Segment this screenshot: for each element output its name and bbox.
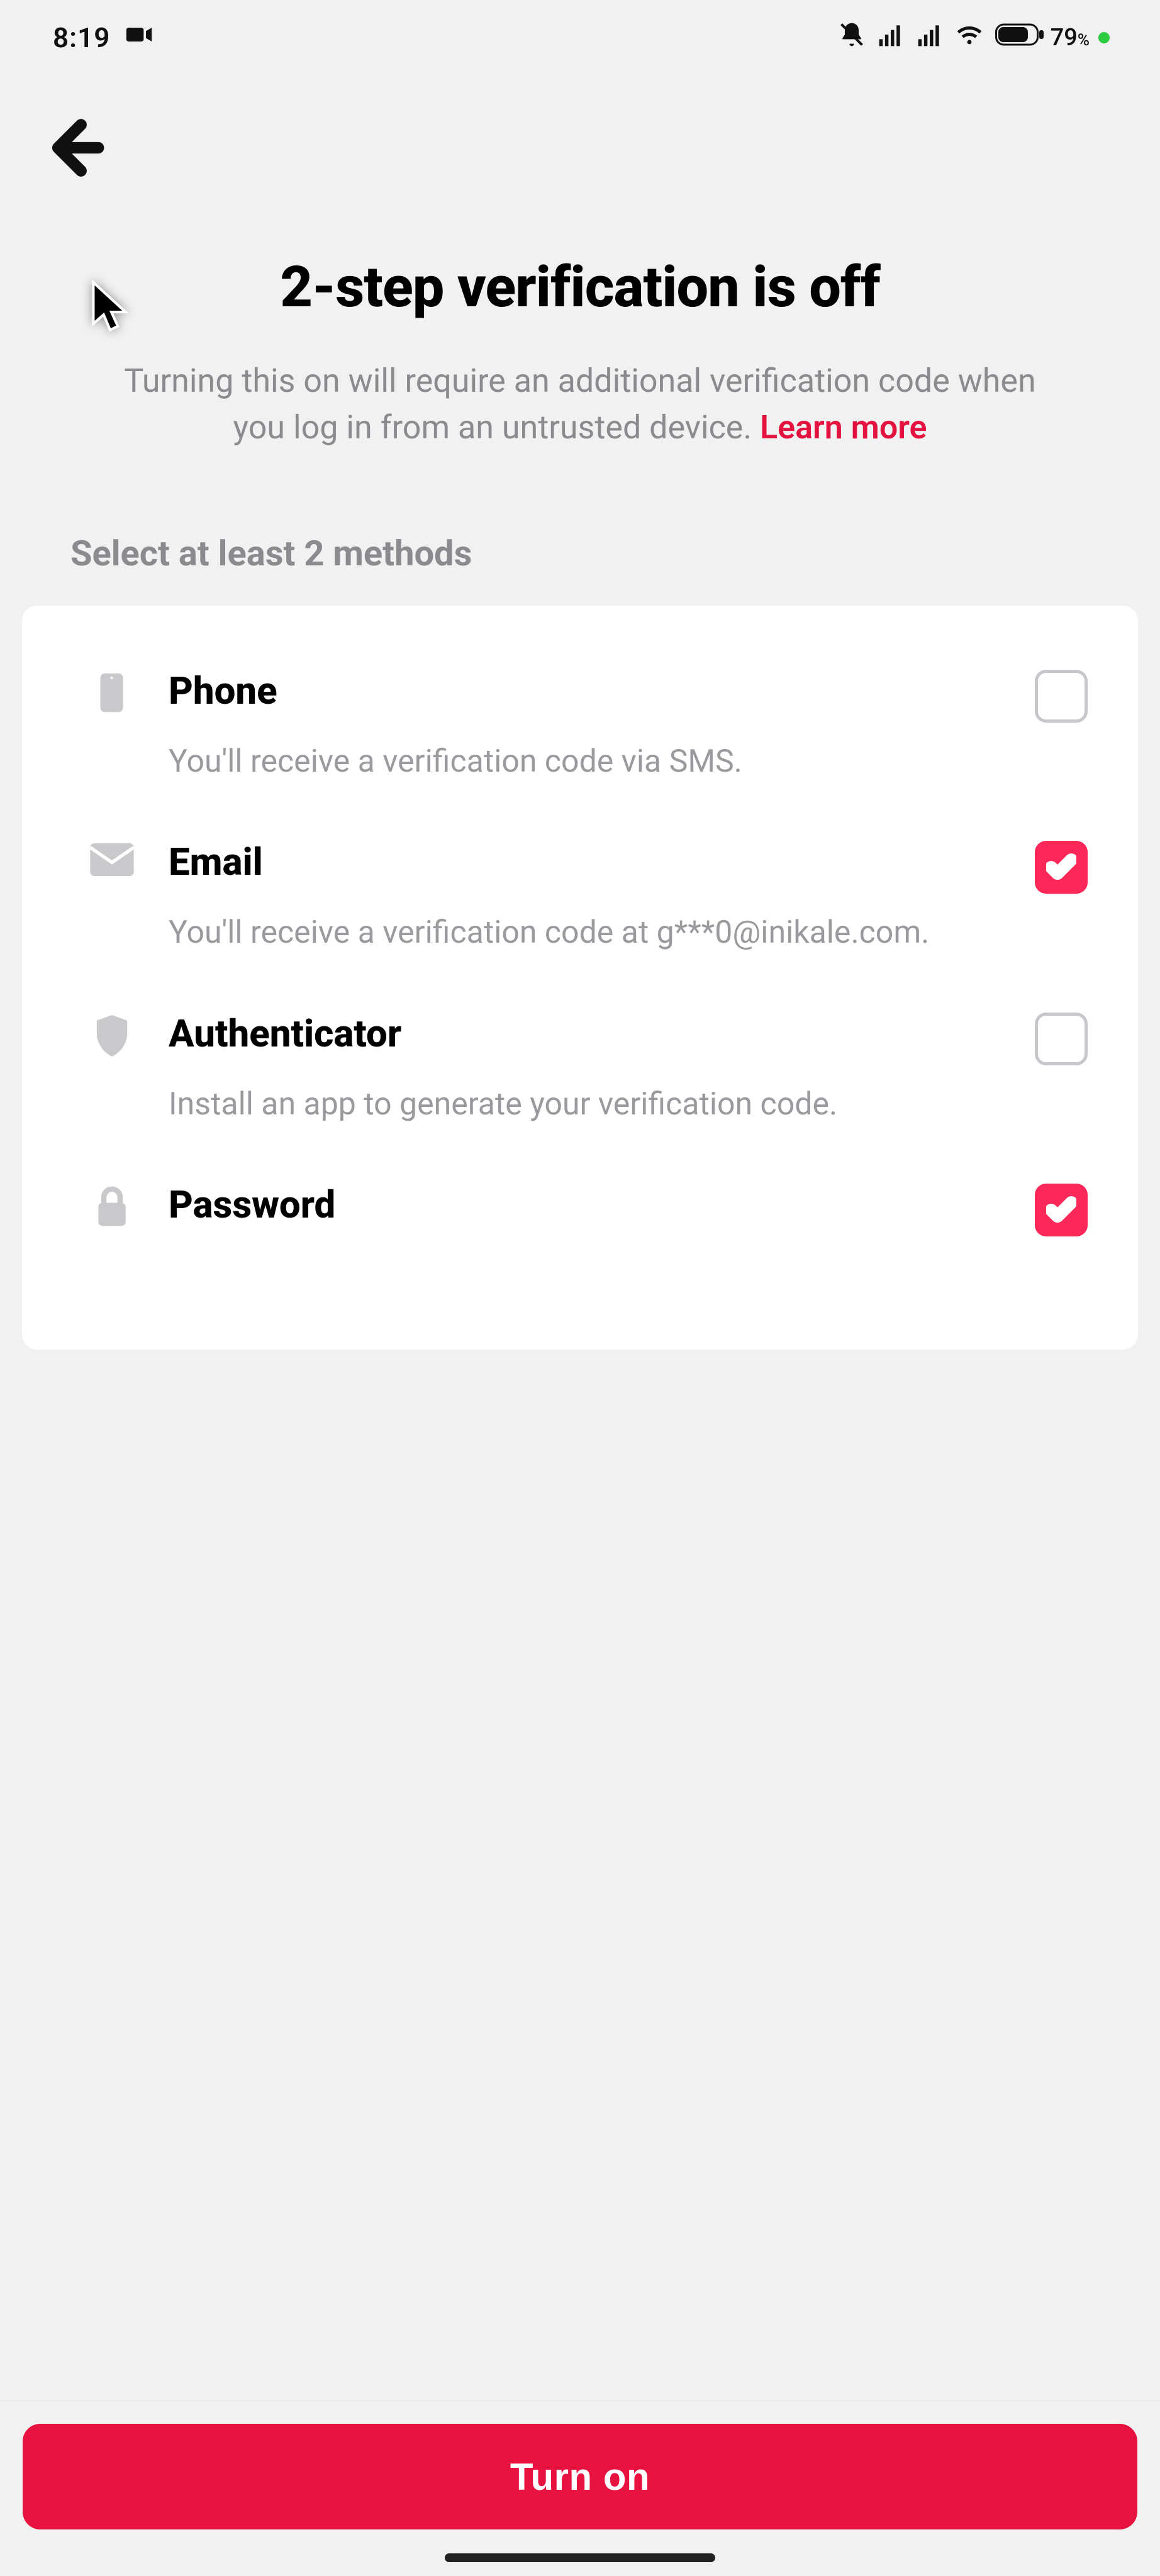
- turn-on-button[interactable]: Turn on: [23, 2424, 1137, 2529]
- lock-icon: [85, 1182, 138, 1228]
- status-left: 8:19: [53, 21, 153, 55]
- learn-more-link[interactable]: Learn more: [760, 408, 927, 447]
- page-header: 2-step verification is off Turning this …: [0, 185, 1160, 451]
- status-bar: 8:19 79%: [0, 0, 1160, 75]
- vibrate-silent-icon: [838, 21, 866, 55]
- bottom-bar: Turn on: [0, 2401, 1160, 2576]
- wifi-icon: [955, 20, 984, 56]
- video-camera-icon: [125, 21, 153, 55]
- status-time: 8:19: [53, 21, 110, 54]
- method-title: Authenticator: [169, 1011, 992, 1056]
- page-subtitle: Turning this on will require an addition…: [75, 358, 1085, 451]
- checkbox-authenticator[interactable]: [1035, 1013, 1088, 1065]
- method-desc: Install an app to generate your verifica…: [169, 1084, 992, 1126]
- home-indicator: [445, 2553, 715, 2562]
- checkbox-phone[interactable]: [1035, 670, 1088, 723]
- method-row-password[interactable]: Password: [85, 1126, 1088, 1236]
- method-title: Phone: [169, 669, 992, 713]
- method-desc: You'll receive a verification code via S…: [169, 741, 992, 784]
- method-row-phone[interactable]: Phone You'll receive a verification code…: [85, 612, 1088, 784]
- recording-dot-icon: [1098, 32, 1110, 43]
- battery-percent: 79%: [1051, 24, 1090, 52]
- battery-indicator: 79%: [995, 22, 1110, 54]
- phone-icon: [85, 669, 138, 713]
- status-right: 79%: [838, 20, 1110, 56]
- signal-bars-icon-2: [916, 21, 944, 55]
- method-title: Email: [169, 840, 992, 884]
- methods-card: Phone You'll receive a verification code…: [22, 606, 1138, 1350]
- mouse-cursor-icon: [88, 280, 132, 336]
- shield-icon: [85, 1011, 138, 1057]
- method-row-email[interactable]: Email You'll receive a verification code…: [85, 783, 1088, 955]
- battery-icon: [995, 22, 1046, 54]
- checkbox-password[interactable]: [1035, 1184, 1088, 1236]
- back-button[interactable]: [38, 173, 107, 185]
- method-row-authenticator[interactable]: Authenticator Install an app to generate…: [85, 955, 1088, 1126]
- method-title: Password: [169, 1182, 992, 1227]
- checkbox-email[interactable]: [1035, 841, 1088, 894]
- envelope-icon: [85, 840, 138, 876]
- signal-bars-icon-1: [877, 21, 905, 55]
- page-title: 2-step verification is off: [151, 254, 1009, 320]
- method-desc: You'll receive a verification code at g*…: [169, 912, 992, 955]
- section-label: Select at least 2 methods: [0, 451, 1160, 606]
